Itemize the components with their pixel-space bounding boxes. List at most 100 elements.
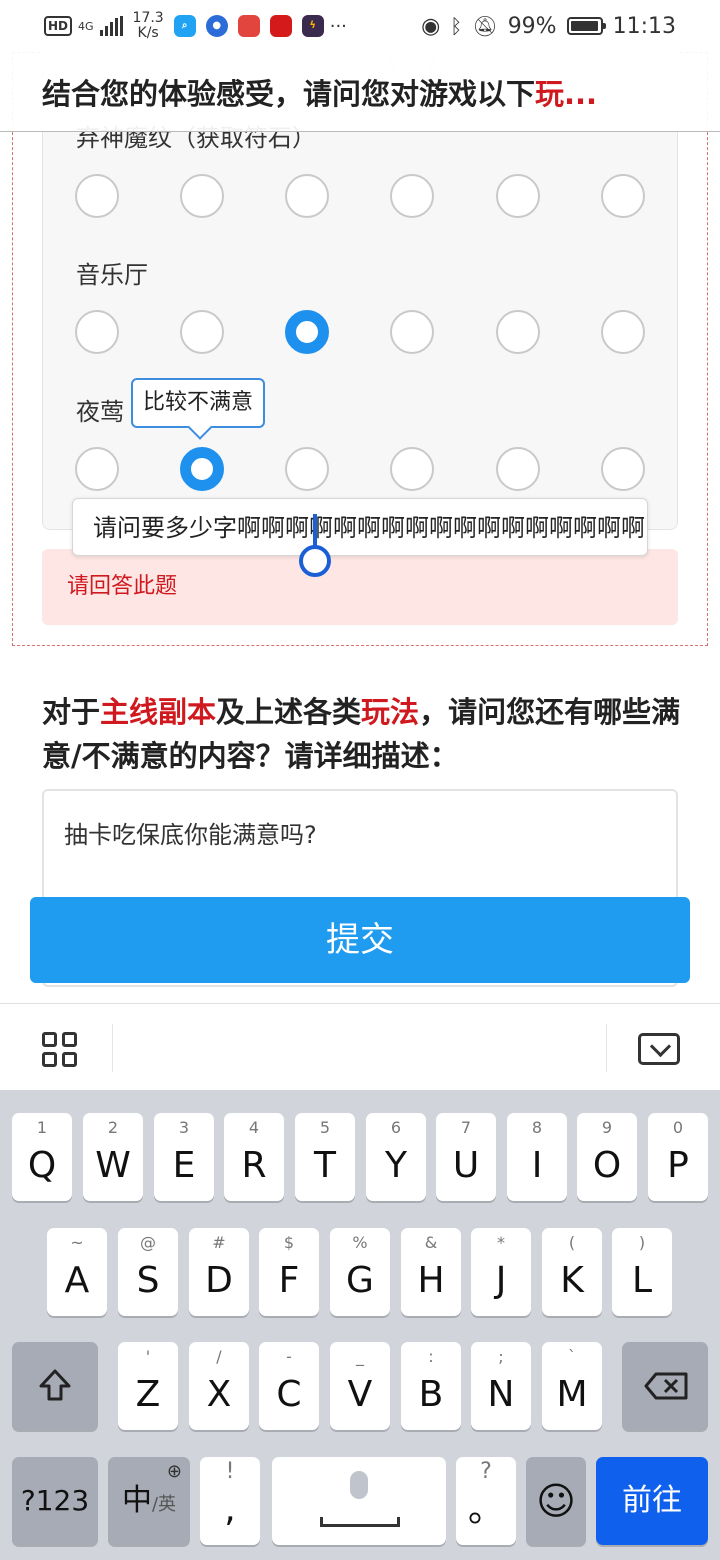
speed-unit: K/s [137,25,159,41]
key-f[interactable]: $ F [259,1228,319,1316]
backspace-key[interactable] [622,1342,708,1430]
network-label: 4G [78,19,94,33]
key-hint: ) [638,1233,646,1252]
sale-app-icon [269,15,292,37]
space-key[interactable] [272,1457,446,1545]
key-label: O [592,1145,622,1186]
grid-menu-icon[interactable] [42,1032,78,1068]
radio-option[interactable] [390,174,434,218]
key-h[interactable]: & H [401,1228,461,1316]
key-m[interactable]: ` M [542,1342,602,1430]
key-e[interactable]: 3E [154,1113,214,1201]
key-label: N [487,1374,515,1415]
radio-option[interactable] [285,174,329,218]
key-label: W [95,1145,131,1186]
key-y[interactable]: 6Y [366,1113,426,1201]
key-label: 前往 [622,1483,682,1518]
radio-option-selected[interactable] [285,310,329,354]
key-o[interactable]: 9O [577,1113,637,1201]
shift-key[interactable] [12,1342,98,1430]
radio-option[interactable] [496,310,540,354]
key-c[interactable]: -C [259,1342,319,1430]
radio-option[interactable] [180,310,224,354]
shift-icon [39,1369,71,1401]
key-label: G [346,1260,374,1301]
key-r[interactable]: 4R [224,1113,284,1201]
key-k[interactable]: (K [542,1228,602,1316]
key-label: J [495,1260,507,1301]
rating-row-label: 音乐厅 [76,261,148,289]
radio-option[interactable] [390,447,434,491]
key-x[interactable]: / X [189,1342,249,1430]
key-label: , [224,1489,236,1530]
key-p[interactable]: 0P [648,1113,708,1201]
language-switch-key[interactable]: ⊕ 中/英 [108,1457,190,1545]
radio-option[interactable] [75,310,119,354]
eye-icon: ◉ [421,13,441,39]
question-title-text: 结合您的体验感受，请问您对游戏以下 [42,76,536,111]
radio-option[interactable] [75,174,119,218]
comma-key[interactable]: !, [200,1457,260,1545]
toolbar-divider [112,1024,113,1072]
key-label: S [136,1260,160,1301]
key-label: 中/英 [108,1457,190,1549]
key-hint: - [286,1347,292,1366]
chat-app-icon: ● [205,15,228,37]
radio-option[interactable] [180,174,224,218]
radio-option[interactable] [496,174,540,218]
radio-option[interactable] [601,174,645,218]
more-notifications: ··· [329,15,347,37]
radio-option-selected[interactable] [180,447,224,491]
radio-option[interactable] [285,447,329,491]
go-key[interactable]: 前往 [596,1457,708,1545]
radio-option[interactable] [390,310,434,354]
key-hint: 6 [390,1118,402,1137]
key-label: F [278,1260,300,1301]
key-n[interactable]: ; N [471,1342,531,1430]
key-label: A [64,1260,90,1301]
key-v[interactable]: _ V [330,1342,390,1430]
key-hint: ! [225,1459,235,1484]
period-key[interactable]: ?。 [456,1457,516,1545]
question-2-title: 对于主线副本及上述各类玩法，请问您还有哪些满意/不满意的内容？请详细描述： [42,690,682,778]
numbers-key[interactable]: ?123 [12,1457,98,1545]
radio-option[interactable] [75,447,119,491]
radio-option[interactable] [601,310,645,354]
network-speed: 17.3 K/s [133,11,164,41]
key-s[interactable]: @ S [118,1228,178,1316]
key-a[interactable]: ~ A [47,1228,107,1316]
key-hint: ? [480,1459,492,1484]
key-q[interactable]: 1Q [12,1113,72,1201]
key-u[interactable]: 7U [436,1113,496,1201]
radio-option[interactable] [601,447,645,491]
hide-keyboard-icon[interactable] [638,1033,680,1065]
key-l[interactable]: ) L [612,1228,672,1316]
key-hint: 8 [531,1118,543,1137]
q2-highlight: 玩法 [361,695,420,729]
key-label: E [172,1145,196,1186]
emoji-icon: ☺ [536,1479,576,1523]
key-z[interactable]: ' Z [118,1342,178,1430]
key-t[interactable]: 5T [295,1113,355,1201]
key-hint: 9 [601,1118,613,1137]
key-label: C [276,1374,302,1415]
key-label: X [206,1374,232,1415]
key-b[interactable]: :B [401,1342,461,1430]
key-d[interactable]: # D [189,1228,249,1316]
key-label: L [631,1260,653,1301]
bluetooth-icon: ᛒ [450,14,463,38]
submit-button[interactable]: 提交 [30,897,690,983]
key-w[interactable]: 2W [83,1113,143,1201]
rating-tooltip: 比较不满意 [131,378,266,428]
key-i[interactable]: 8I [507,1113,567,1201]
radio-option[interactable] [496,447,540,491]
key-hint: 3 [178,1118,190,1137]
key-j[interactable]: * J [471,1228,531,1316]
key-hint: ~ [70,1233,84,1252]
other-text-input[interactable]: 请问要多少字啊啊啊啊啊啊啊啊啊啊啊啊啊啊啊啊啊 [72,498,648,556]
mute-bell-icon: 🔕︎ [472,14,498,38]
cursor-handle[interactable] [299,545,331,577]
clock: 11:13 [612,13,676,39]
emoji-key[interactable]: ☺ [526,1457,586,1545]
key-g[interactable]: % G [330,1228,390,1316]
